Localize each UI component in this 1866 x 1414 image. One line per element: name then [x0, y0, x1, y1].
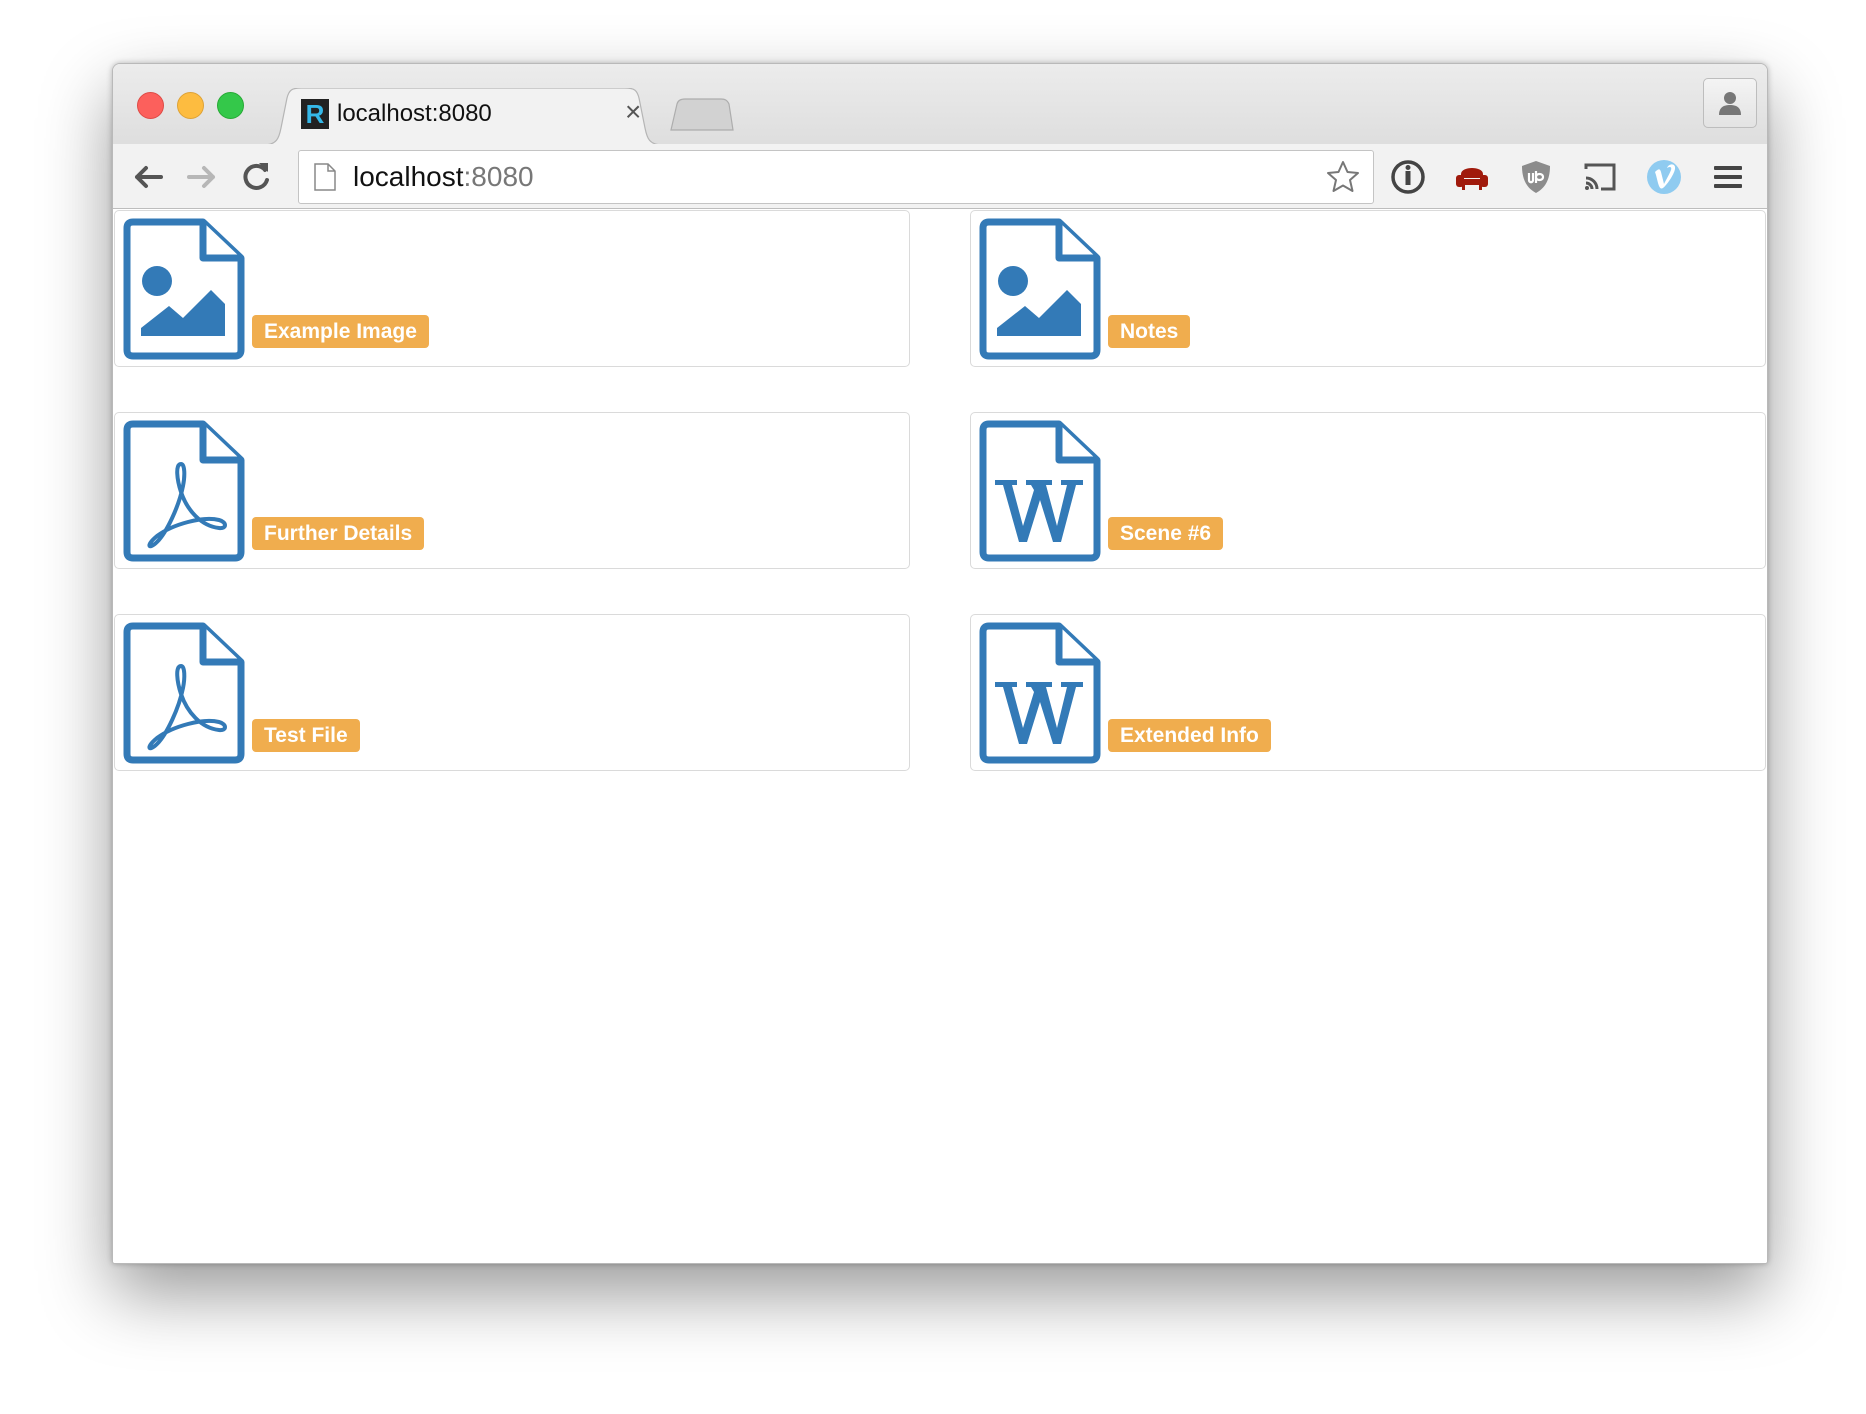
bookmark-star-icon[interactable]	[1325, 159, 1361, 195]
person-icon	[1719, 92, 1741, 115]
address-bar[interactable]: localhost:8080	[298, 150, 1374, 204]
file-label-badge: Notes	[1108, 315, 1191, 348]
back-arrow-icon[interactable]	[129, 158, 167, 196]
title-bar: R localhost:8080 ×	[113, 64, 1767, 145]
forward-arrow-icon[interactable]	[183, 158, 221, 196]
vimeo-icon[interactable]	[1645, 158, 1683, 196]
info-icon[interactable]	[1389, 158, 1427, 196]
profile-button[interactable]	[1703, 78, 1757, 128]
file-card[interactable]: Notes	[970, 210, 1766, 367]
pdf-file-icon	[123, 622, 245, 764]
ublock-shield-icon[interactable]	[1517, 158, 1555, 196]
tab-title: localhost:8080	[337, 100, 492, 127]
file-label-badge: Further Details	[252, 517, 425, 550]
page-content: Example Image Notes Further Details Scen…	[113, 209, 1767, 1263]
tab-close-icon[interactable]: ×	[625, 96, 641, 128]
page-icon	[314, 163, 336, 191]
file-label-badge: Scene #6	[1108, 517, 1224, 550]
armchair-icon[interactable]	[1453, 158, 1491, 196]
toolbar: localhost:8080	[113, 144, 1767, 209]
browser-tab[interactable]: R localhost:8080 ×	[263, 88, 663, 145]
word-file-icon	[979, 420, 1101, 562]
maximize-window-button[interactable]	[217, 92, 244, 119]
file-card[interactable]: Further Details	[114, 412, 910, 569]
new-tab-button[interactable]	[669, 98, 735, 132]
file-label-badge: Example Image	[252, 315, 429, 348]
browser-window: R localhost:8080 × localhost:8080 Exampl…	[112, 63, 1768, 1264]
close-window-button[interactable]	[137, 92, 164, 119]
image-file-icon	[979, 218, 1101, 360]
file-card[interactable]: Test File	[114, 614, 910, 771]
cast-icon[interactable]	[1581, 158, 1619, 196]
site-favicon-icon: R	[301, 99, 329, 129]
reload-icon[interactable]	[237, 158, 275, 196]
file-label-badge: Extended Info	[1108, 719, 1271, 752]
menu-icon[interactable]	[1709, 158, 1747, 196]
image-file-icon	[123, 218, 245, 360]
pdf-file-icon	[123, 420, 245, 562]
file-card[interactable]: Scene #6	[970, 412, 1766, 569]
file-label-badge: Test File	[252, 719, 360, 752]
word-file-icon	[979, 622, 1101, 764]
address-url: localhost:8080	[353, 161, 534, 192]
file-card[interactable]: Extended Info	[970, 614, 1766, 771]
file-card[interactable]: Example Image	[114, 210, 910, 367]
minimize-window-button[interactable]	[177, 92, 204, 119]
